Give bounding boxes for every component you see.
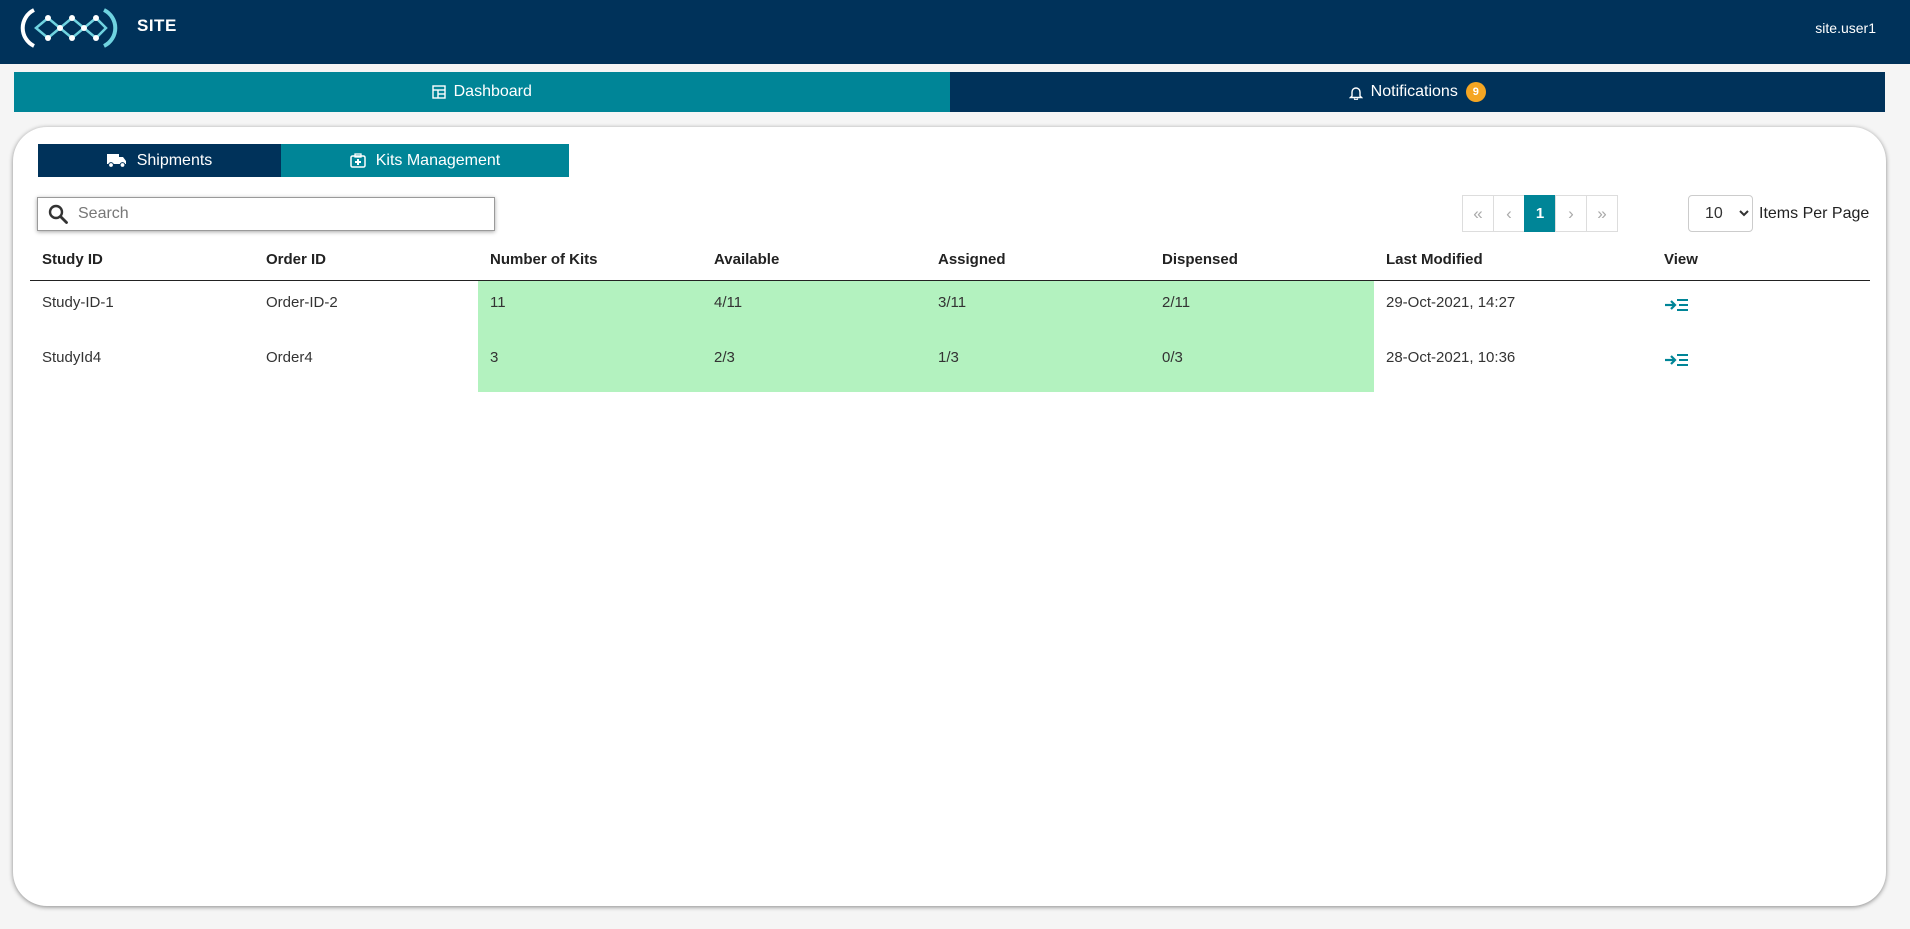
cell-available: 4/11 (702, 280, 926, 336)
cell-assigned: 1/3 (926, 336, 1150, 392)
cell-assigned: 3/11 (926, 280, 1150, 336)
items-per-page-select[interactable]: 10 (1688, 195, 1753, 232)
cell-last-modified: 29-Oct-2021, 14:27 (1386, 293, 1516, 311)
truck-icon (106, 154, 126, 168)
tab-shipments[interactable]: Shipments (38, 144, 281, 177)
nav-notifications[interactable]: Notifications 9 (949, 72, 1885, 112)
col-available[interactable]: Available (702, 240, 926, 281)
cell-view (1652, 280, 1870, 336)
last-page-button[interactable]: » (1586, 195, 1618, 232)
col-view: View (1652, 240, 1870, 281)
bell-icon (1348, 86, 1363, 100)
app-title: SITE (137, 16, 177, 35)
items-per-page: 10 Items Per Page (1688, 195, 1869, 232)
cell-order-id: Order4 (266, 349, 313, 366)
kit-icon (349, 153, 366, 168)
cell-view (1652, 336, 1870, 392)
cell-study-id: StudyId4 (42, 349, 102, 366)
table-header-row: Study ID Order ID Number of Kits Availab… (30, 240, 1870, 281)
table-row: StudyId4 Order4 3 2/3 1/3 0/3 28-Oct-202… (30, 336, 1870, 392)
col-study-id[interactable]: Study ID (30, 240, 254, 281)
search-icon (48, 204, 68, 224)
items-per-page-label: Items Per Page (1759, 204, 1870, 222)
col-order-id[interactable]: Order ID (254, 240, 478, 281)
next-page-button[interactable]: › (1555, 195, 1587, 232)
notifications-count-badge: 9 (1465, 82, 1486, 102)
table-row: Study-ID-1 Order-ID-2 11 4/11 3/11 2/11 … (30, 280, 1870, 336)
search-input[interactable] (78, 205, 478, 223)
view-details-icon[interactable] (1664, 298, 1688, 312)
page-1-button[interactable]: 1 (1524, 195, 1556, 232)
cell-number-of-kits: 3 (478, 336, 702, 392)
col-dispensed[interactable]: Dispensed (1150, 240, 1374, 281)
kits-table: Study ID Order ID Number of Kits Availab… (30, 240, 1870, 392)
cell-study-id: Study-ID-1 (42, 293, 114, 311)
cell-number-of-kits: 11 (478, 280, 702, 336)
col-number-of-kits[interactable]: Number of Kits (478, 240, 702, 281)
tab-kits-management[interactable]: Kits Management (281, 144, 569, 177)
col-last-modified[interactable]: Last Modified (1374, 240, 1652, 281)
nav-dashboard-label: Dashboard (453, 83, 532, 100)
tab-kits-management-label: Kits Management (375, 151, 501, 169)
cell-dispensed: 2/11 (1150, 280, 1374, 336)
nav-notifications-label: Notifications (1370, 83, 1458, 100)
prev-page-button[interactable]: ‹ (1493, 195, 1525, 232)
top-bar: SITE site.user1 (0, 0, 1910, 64)
tab-shipments-label: Shipments (136, 151, 213, 169)
kits-card: Shipments Kits Management « ‹ 1 › » 10 (13, 127, 1886, 906)
main-nav: Dashboard Notifications 9 (14, 72, 1885, 112)
view-details-icon[interactable] (1664, 353, 1688, 367)
cell-dispensed: 0/3 (1150, 336, 1374, 392)
sub-tabs: Shipments Kits Management (38, 144, 569, 177)
cell-last-modified: 28-Oct-2021, 10:36 (1386, 349, 1516, 366)
user-name[interactable]: site.user1 (1815, 20, 1876, 36)
first-page-button[interactable]: « (1462, 195, 1494, 232)
cell-order-id: Order-ID-2 (266, 293, 338, 311)
col-assigned[interactable]: Assigned (926, 240, 1150, 281)
dashboard-icon (431, 85, 446, 99)
nav-dashboard[interactable]: Dashboard (14, 72, 950, 112)
logo-icon (20, 8, 118, 48)
pagination: « ‹ 1 › » (1462, 195, 1618, 232)
search-box (37, 197, 495, 231)
cell-available: 2/3 (702, 336, 926, 392)
